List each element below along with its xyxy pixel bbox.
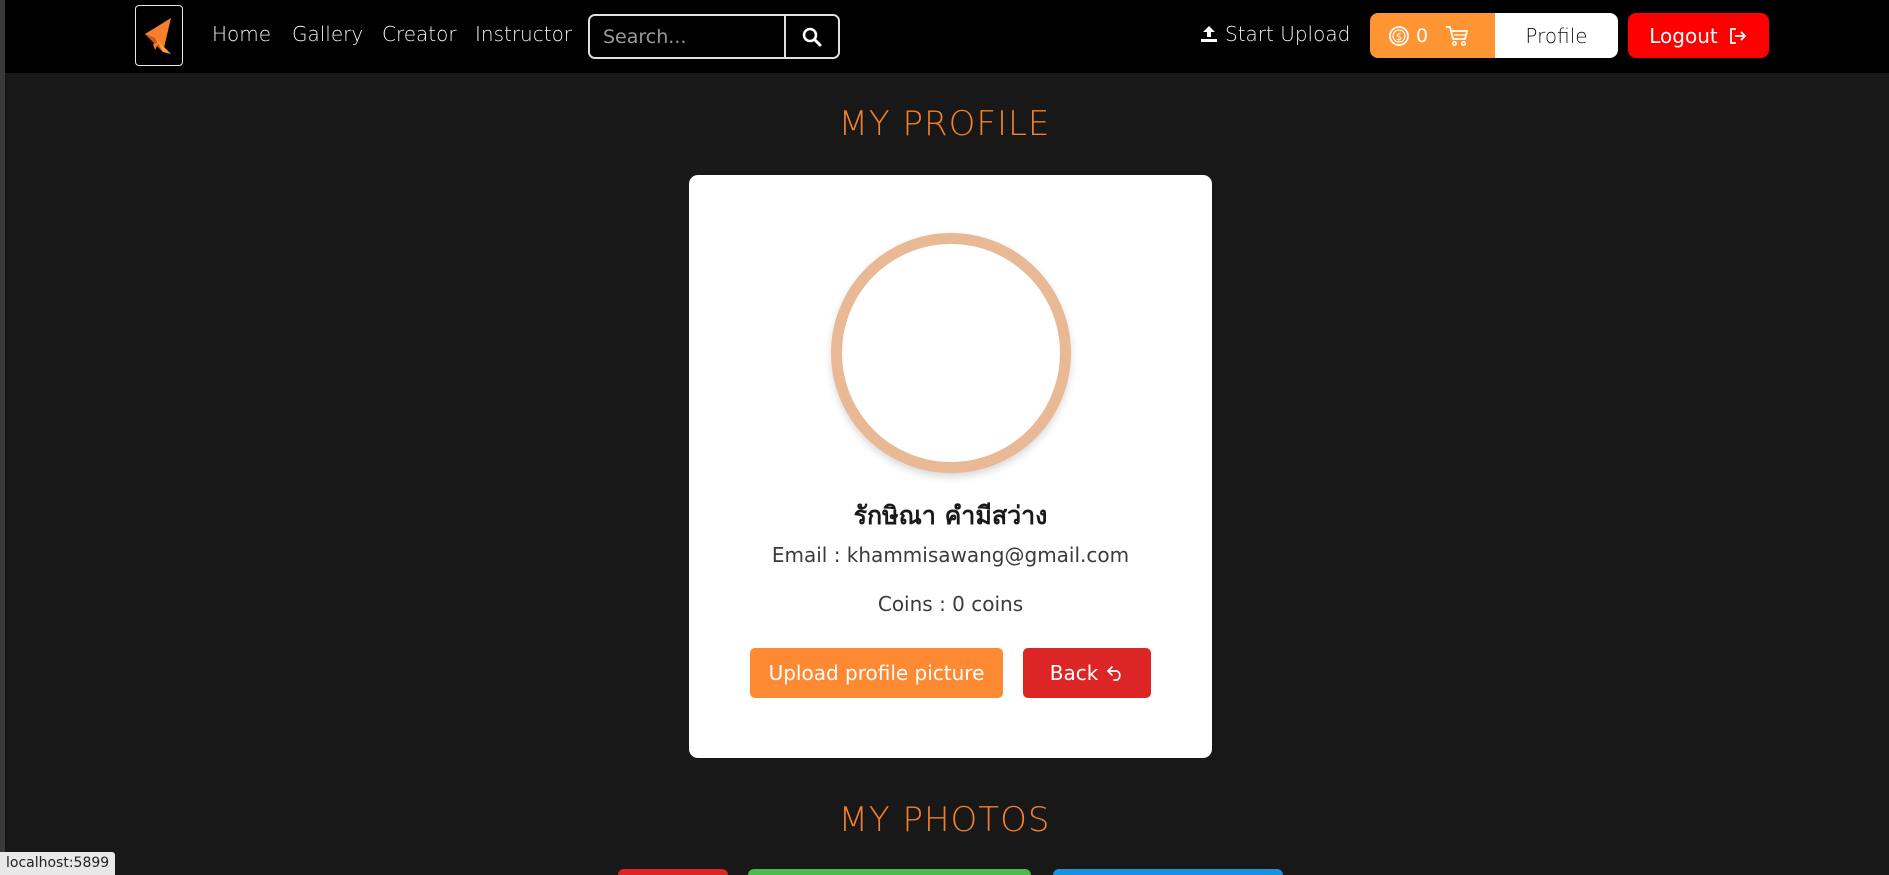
nav-gallery-link[interactable]: Gallery [292,22,363,46]
browser-status-url: localhost:5899 [0,852,116,875]
coin-icon: $ [1389,25,1409,46]
coins-count: 0 [1416,24,1429,47]
upload-profile-picture-button[interactable]: Upload profile picture [750,648,1003,698]
nav-creator-link[interactable]: Creator [382,22,457,46]
coins-cart-button[interactable]: $ 0 [1370,13,1495,58]
photos-green-button[interactable] [748,869,1031,875]
cart-icon [1446,25,1468,46]
user-email: Email : khammisawang@gmail.com [771,543,1130,567]
undo-arrow-icon [1107,666,1121,681]
svg-text:$: $ [1396,32,1402,43]
search-icon [802,27,822,46]
start-upload-label: Start Upload [1225,22,1351,46]
logout-button[interactable]: Logout [1628,13,1769,58]
site-logo[interactable] [135,5,183,66]
upload-icon [1201,26,1217,42]
user-name: รักษิณา คำมีสว่าง [853,501,1048,530]
origami-bird-icon [145,17,171,54]
top-navbar: Home Gallery Creator Instructor Start Up… [5,0,1889,73]
nav-home-link[interactable]: Home [212,22,271,46]
photos-red-button[interactable] [618,869,728,875]
search-button[interactable] [784,16,838,57]
back-button[interactable]: Back [1023,648,1151,698]
my-photos-heading: MY PHOTOS [838,800,1051,840]
logout-label: Logout [1649,23,1718,48]
search-input[interactable] [590,16,784,57]
avatar [831,233,1071,473]
back-label: Back [1049,661,1099,685]
search-bar [588,14,840,59]
user-coins: Coins : 0 coins [877,592,1024,616]
coins-profile-group: $ 0 Profile [1370,13,1618,58]
nav-instructor-link[interactable]: Instructor [475,22,572,46]
logout-icon [1729,27,1747,44]
profile-card: รักษิณา คำมีสว่าง Email : khammisawang@g… [689,175,1212,758]
photos-blue-button[interactable] [1053,869,1283,875]
my-profile-heading: MY PROFILE [838,104,1051,144]
start-upload-link[interactable]: Start Upload [1199,22,1350,46]
profile-button[interactable]: Profile [1495,13,1618,58]
